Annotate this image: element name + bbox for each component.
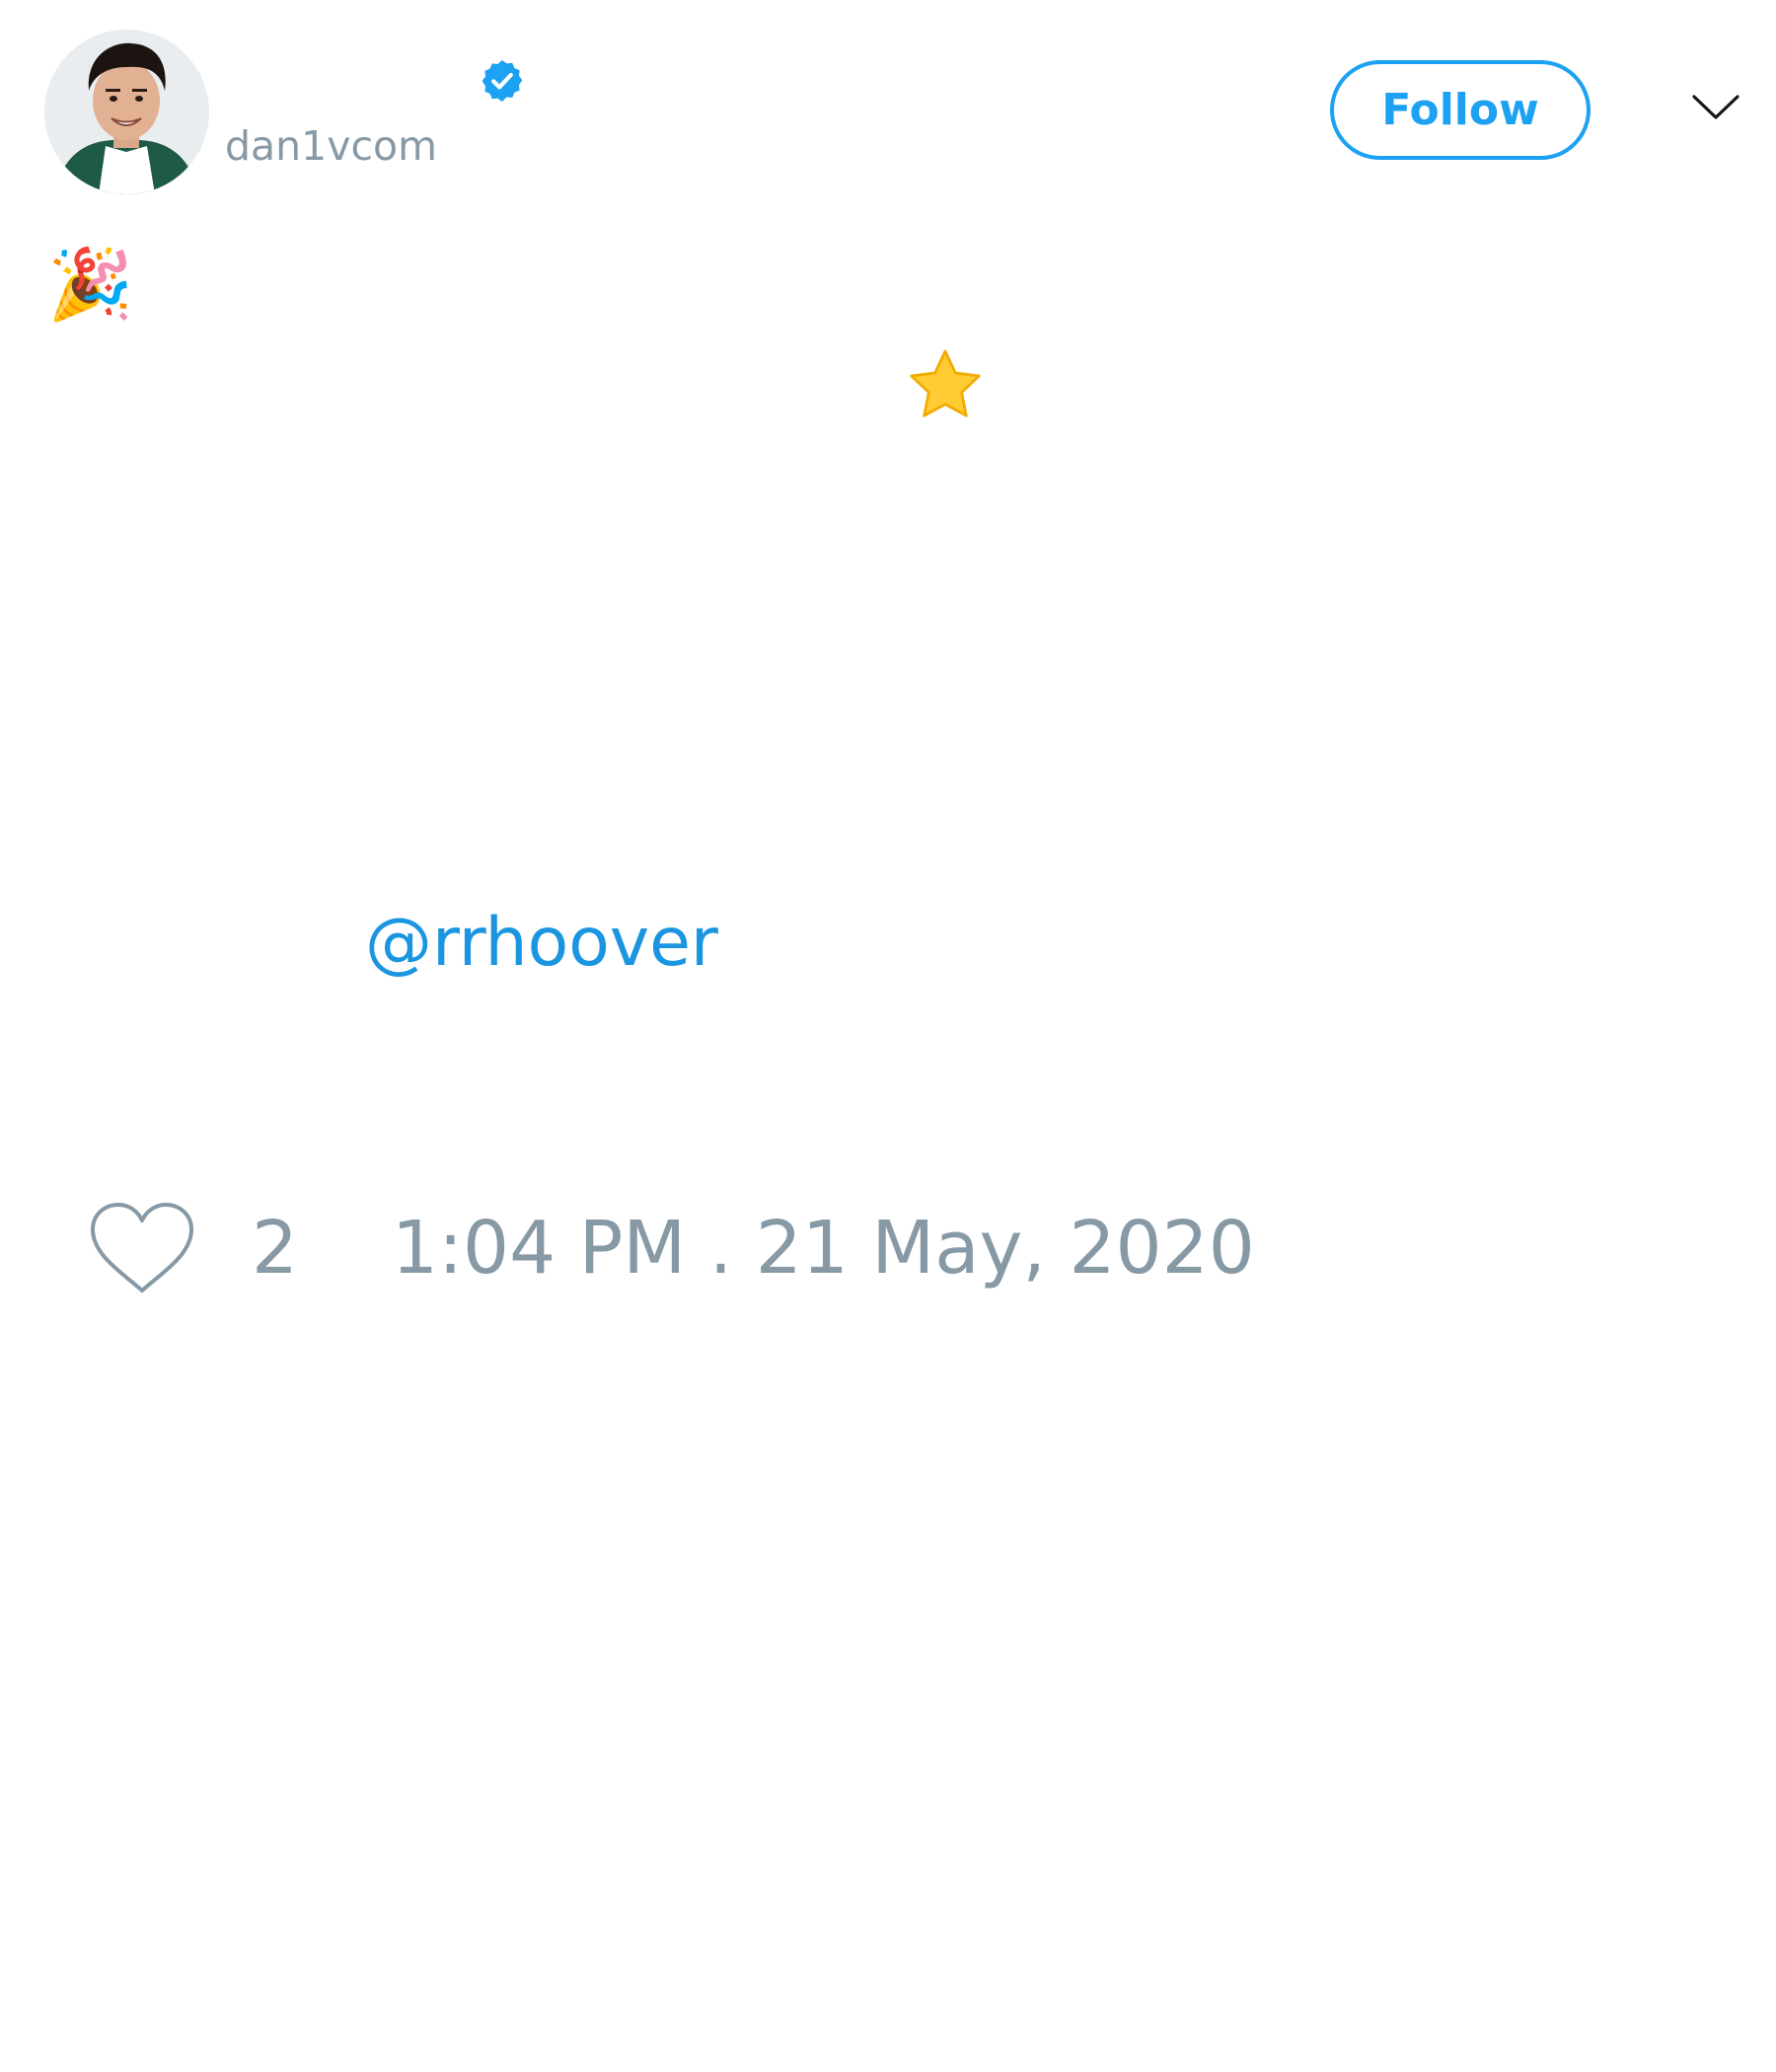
like-count: 2 xyxy=(252,1206,299,1291)
party-popper-emoji: 🎉 xyxy=(47,244,134,325)
verified-badge-icon xyxy=(481,60,523,102)
avatar[interactable] xyxy=(44,30,209,194)
heart-icon[interactable] xyxy=(89,1202,195,1296)
follow-button[interactable]: Follow xyxy=(1330,60,1591,160)
chevron-down-icon[interactable] xyxy=(1691,91,1740,124)
tweet-timestamp[interactable]: 1:04 PM . 21 May, 2020 xyxy=(392,1212,1255,1285)
author-handle[interactable]: dan1vcom xyxy=(225,126,437,167)
mention-link[interactable]: @rrhoover xyxy=(365,910,718,977)
star-emoji xyxy=(910,349,981,417)
tweet-card: dan1vcom Follow 🎉 @rrhoover 2 1:04 PM . … xyxy=(0,0,1776,2072)
